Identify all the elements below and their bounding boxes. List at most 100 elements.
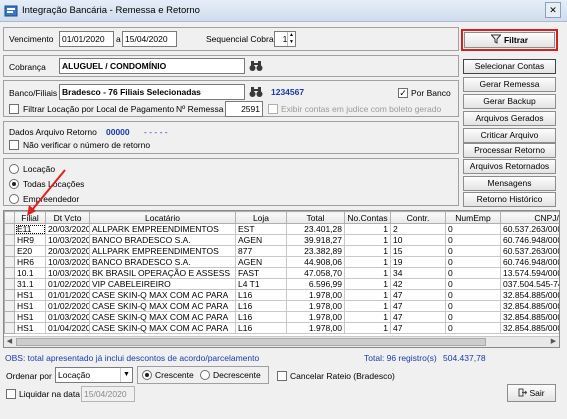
- table-cell[interactable]: 15: [390, 245, 446, 257]
- table-cell[interactable]: L16: [235, 311, 287, 323]
- table-cell[interactable]: HS1: [14, 311, 46, 323]
- sequencial-spinner[interactable]: ▲ ▼: [287, 32, 295, 46]
- table-cell[interactable]: 1: [344, 267, 391, 279]
- retorno-historico-button[interactable]: Retorno Histórico: [463, 192, 556, 207]
- ordenar-select[interactable]: Locação ▼: [55, 367, 133, 383]
- table-cell[interactable]: BANCO BRADESCO S.A.: [89, 256, 236, 268]
- table-cell[interactable]: 10: [390, 234, 446, 246]
- table-cell[interactable]: 0: [445, 278, 501, 290]
- binoculars-icon[interactable]: [249, 60, 263, 72]
- table-cell[interactable]: 23.382,89: [286, 245, 345, 257]
- column-header[interactable]: Loja: [235, 211, 287, 224]
- table-cell[interactable]: 60.537.263/000: [500, 223, 559, 235]
- table-cell[interactable]: HS1: [14, 322, 46, 334]
- binoculars-icon[interactable]: [249, 86, 263, 98]
- date-to-input[interactable]: 15/04/2020: [122, 31, 177, 47]
- banco-input[interactable]: Bradesco - 76 Filiais Selecionadas: [59, 84, 245, 100]
- table-cell[interactable]: 1: [344, 289, 391, 301]
- table-cell[interactable]: 32.854.885/000: [500, 311, 559, 323]
- table-cell[interactable]: L4 T1: [235, 278, 287, 290]
- row-indicator[interactable]: [4, 278, 15, 290]
- table-row[interactable]: E11 20/03/2020 ALLPARK EMPREENDIMENTOS EST 2…: [4, 223, 559, 235]
- table-cell[interactable]: 32.854.885/000: [500, 322, 559, 334]
- table-cell[interactable]: 32.854.885/000: [500, 289, 559, 301]
- close-button[interactable]: ✕: [545, 2, 561, 18]
- table-cell[interactable]: AGEN: [235, 234, 287, 246]
- table-cell[interactable]: ALLPARK EMPREENDIMENTOS: [89, 245, 236, 257]
- table-cell[interactable]: 01/02/2020: [45, 278, 90, 290]
- table-cell[interactable]: FAST: [235, 267, 287, 279]
- table-cell[interactable]: 0: [445, 234, 501, 246]
- cancelar-rateio-checkbox[interactable]: [277, 371, 287, 381]
- table-row[interactable]: 31.1 01/02/2020 VIP CABELEIREIRO L4 T1 6.596…: [4, 278, 559, 290]
- row-indicator[interactable]: [4, 300, 15, 312]
- table-cell[interactable]: 10/03/2020: [45, 256, 90, 268]
- table-cell[interactable]: 34: [390, 267, 446, 279]
- row-indicator[interactable]: [4, 311, 15, 323]
- table-cell[interactable]: 0: [445, 256, 501, 268]
- table-row[interactable]: E20 20/03/2020 ALLPARK EMPREENDIMENTOS 877 2…: [4, 245, 559, 257]
- table-row[interactable]: HS1 01/01/2020 CASE SKIN-Q MAX COM AC PARA…: [4, 289, 559, 301]
- scroll-right-icon[interactable]: ▶: [548, 337, 559, 347]
- table-cell[interactable]: 2: [390, 223, 446, 235]
- table-cell[interactable]: 1: [344, 245, 391, 257]
- table-cell[interactable]: BK BRASIL OPERAÇÃO E ASSESS: [89, 267, 236, 279]
- table-cell[interactable]: CASE SKIN-Q MAX COM AC PARA: [89, 311, 236, 323]
- table-cell[interactable]: 1.978,00: [286, 311, 345, 323]
- table-cell[interactable]: 47.058,70: [286, 267, 345, 279]
- table-cell[interactable]: L16: [235, 289, 287, 301]
- table-cell[interactable]: 0: [445, 322, 501, 334]
- table-row[interactable]: 10.1 10/03/2020 BK BRASIL OPERAÇÃO E ASSES…: [4, 267, 559, 279]
- table-cell[interactable]: 1: [344, 322, 391, 334]
- column-header[interactable]: Locatário: [89, 211, 236, 224]
- processar-retorno-button[interactable]: Processar Retorno: [463, 143, 556, 158]
- table-cell[interactable]: 47: [390, 300, 446, 312]
- table-cell[interactable]: 037.504.545-74: [500, 278, 559, 290]
- nao-verificar-checkbox[interactable]: [9, 140, 19, 150]
- por-banco-checkbox[interactable]: ✓: [398, 88, 408, 98]
- sair-button[interactable]: Sair: [507, 384, 556, 402]
- table-cell[interactable]: L16: [235, 300, 287, 312]
- table-cell[interactable]: 1: [344, 223, 391, 235]
- table-cell[interactable]: 47: [390, 311, 446, 323]
- table-row[interactable]: HS1 01/04/2020 CASE SKIN-Q MAX COM AC PARA…: [4, 322, 559, 334]
- gerar-backup-button[interactable]: Gerar Backup: [463, 94, 556, 109]
- table-cell[interactable]: 1: [344, 311, 391, 323]
- table-cell[interactable]: HR9: [14, 234, 46, 246]
- row-indicator[interactable]: [4, 245, 15, 257]
- row-indicator[interactable]: [4, 267, 15, 279]
- table-cell[interactable]: 1: [344, 234, 391, 246]
- date-from-input[interactable]: 01/01/2020: [59, 31, 114, 47]
- table-cell[interactable]: 01/02/2020: [45, 300, 90, 312]
- table-cell[interactable]: E20: [14, 245, 46, 257]
- row-indicator[interactable]: [4, 256, 15, 268]
- table-cell[interactable]: 6.596,99: [286, 278, 345, 290]
- table-cell[interactable]: 10/03/2020: [45, 267, 90, 279]
- column-header[interactable]: NumEmp: [445, 211, 501, 224]
- column-header[interactable]: Filial: [14, 211, 46, 224]
- radio-empreendedor[interactable]: [9, 194, 19, 204]
- table-cell[interactable]: 23.401,28: [286, 223, 345, 235]
- table-cell[interactable]: 20/03/2020: [45, 245, 90, 257]
- row-indicator[interactable]: [4, 234, 15, 246]
- exibir-contas-checkbox[interactable]: [268, 104, 278, 114]
- table-cell[interactable]: 1: [344, 300, 391, 312]
- radio-decrescente[interactable]: [200, 370, 210, 380]
- arquivos-gerados-button[interactable]: Arquivos Gerados: [463, 111, 556, 126]
- table-cell[interactable]: 0: [445, 245, 501, 257]
- n-remessa-input[interactable]: 2591: [225, 101, 263, 117]
- table-cell[interactable]: 10.1: [14, 267, 46, 279]
- row-indicator-header[interactable]: [4, 211, 15, 224]
- table-cell[interactable]: AGEN: [235, 256, 287, 268]
- scroll-thumb[interactable]: [16, 338, 486, 346]
- gerar-remessa-button[interactable]: Gerar Remessa: [463, 77, 556, 92]
- radio-crescente[interactable]: [142, 370, 152, 380]
- radio-todas-locacoes[interactable]: [9, 179, 19, 189]
- column-header[interactable]: Contr.: [390, 211, 446, 224]
- table-cell[interactable]: L16: [235, 322, 287, 334]
- liquidar-date-input[interactable]: 15/04/2020: [81, 386, 135, 402]
- filtrar-button[interactable]: Filtrar: [464, 32, 555, 48]
- table-cell[interactable]: 0: [445, 300, 501, 312]
- table-cell[interactable]: 1: [344, 256, 391, 268]
- table-cell[interactable]: 10/03/2020: [45, 234, 90, 246]
